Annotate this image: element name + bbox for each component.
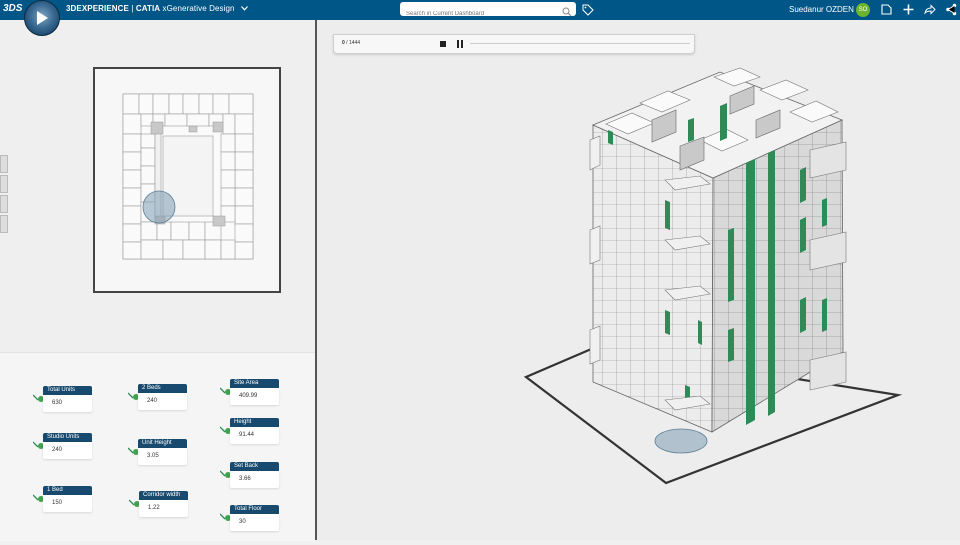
pause-icon[interactable] <box>456 40 464 48</box>
param-1-bed[interactable]: 1 Bed 150 <box>33 486 92 512</box>
param-label: Studio Units <box>43 433 92 442</box>
param-label: Set Back <box>230 462 279 471</box>
brand-separator: | <box>129 4 136 13</box>
frame-total: / 1444 <box>346 40 361 46</box>
param-value[interactable]: 91.44 <box>230 427 279 444</box>
param-value[interactable]: 150 <box>43 495 92 512</box>
plus-icon[interactable] <box>902 3 915 16</box>
param-value[interactable]: 409.99 <box>230 388 279 405</box>
chevron-down-icon[interactable] <box>240 4 248 13</box>
param-label: Site Area <box>230 379 279 388</box>
param-label: Corridor width <box>139 491 188 500</box>
vertical-tabs <box>0 155 8 245</box>
param-height[interactable]: Height 91.44 <box>220 418 279 444</box>
param-corridor-width[interactable]: Corridor width 1.22 <box>129 491 188 517</box>
param-set-back[interactable]: Set Back 3.66 <box>220 462 279 488</box>
param-value[interactable]: 240 <box>43 442 92 459</box>
brand-module: xGenerative Design <box>160 4 235 13</box>
compass-icon[interactable] <box>24 0 60 36</box>
ds-logo: 3DS <box>3 3 23 14</box>
param-studio-units[interactable]: Studio Units 240 <box>33 433 92 459</box>
user-name[interactable]: Suedanur OZDEN <box>789 5 854 14</box>
search-box[interactable] <box>400 2 576 21</box>
param-site-area[interactable]: Site Area 409.99 <box>220 379 279 405</box>
floor-plan-view[interactable] <box>93 67 281 293</box>
vertical-tab[interactable] <box>0 215 8 233</box>
param-label: Total Floor <box>230 505 279 514</box>
vertical-tab[interactable] <box>0 175 8 193</box>
param-label: Total Units <box>43 386 92 395</box>
stop-icon[interactable] <box>440 41 446 47</box>
param-value[interactable]: 3.05 <box>138 448 187 465</box>
tag-icon[interactable] <box>582 3 594 16</box>
param-value[interactable]: 240 <box>138 393 187 410</box>
param-unit-height[interactable]: Unit Height 3.05 <box>128 439 187 465</box>
selection-marker[interactable] <box>142 190 176 224</box>
selection-marker[interactable] <box>654 428 708 454</box>
brand-prefix: 3DEXPERIENCE <box>66 4 129 13</box>
param-total-floor[interactable]: Total Floor 30 <box>220 505 279 531</box>
network-icon[interactable] <box>945 3 958 16</box>
vertical-tab[interactable] <box>0 195 8 213</box>
param-label: 2 Beds <box>138 384 187 393</box>
param-label: Height <box>230 418 279 427</box>
param-value[interactable]: 30 <box>230 514 279 531</box>
brand-app: CATIA <box>135 4 161 13</box>
param-label: 1 Bed <box>43 486 92 495</box>
play-icon <box>37 11 48 25</box>
param-value[interactable]: 630 <box>43 395 92 412</box>
frame-counter: 0 / 1444 <box>342 40 360 46</box>
timeline-track[interactable] <box>470 43 690 44</box>
feedback-icon[interactable] <box>880 3 893 16</box>
frame-current: 0 <box>342 40 345 46</box>
avatar[interactable]: SO <box>856 3 870 17</box>
param-value[interactable]: 1.22 <box>139 500 188 517</box>
param-2-beds[interactable]: 2 Beds 240 <box>128 384 187 410</box>
search-input[interactable] <box>400 7 556 21</box>
tower-model[interactable] <box>317 20 960 540</box>
playback-bar: 0 / 1444 <box>333 34 695 54</box>
app-title[interactable]: 3DEXPERIENCE | CATIA xGenerative Design <box>66 4 248 13</box>
param-value[interactable]: 3.66 <box>230 471 279 488</box>
param-label: Unit Height <box>138 439 187 448</box>
top-bar: 3DS 3DEXPERIENCE | CATIA xGenerative Des… <box>0 0 960 21</box>
3d-viewport[interactable] <box>317 20 960 540</box>
share-icon[interactable] <box>923 3 936 16</box>
vertical-tab[interactable] <box>0 155 8 173</box>
search-icon[interactable] <box>562 4 572 17</box>
floor-plan-drawing <box>122 93 254 260</box>
param-total-units[interactable]: Total Units 630 <box>33 386 92 412</box>
